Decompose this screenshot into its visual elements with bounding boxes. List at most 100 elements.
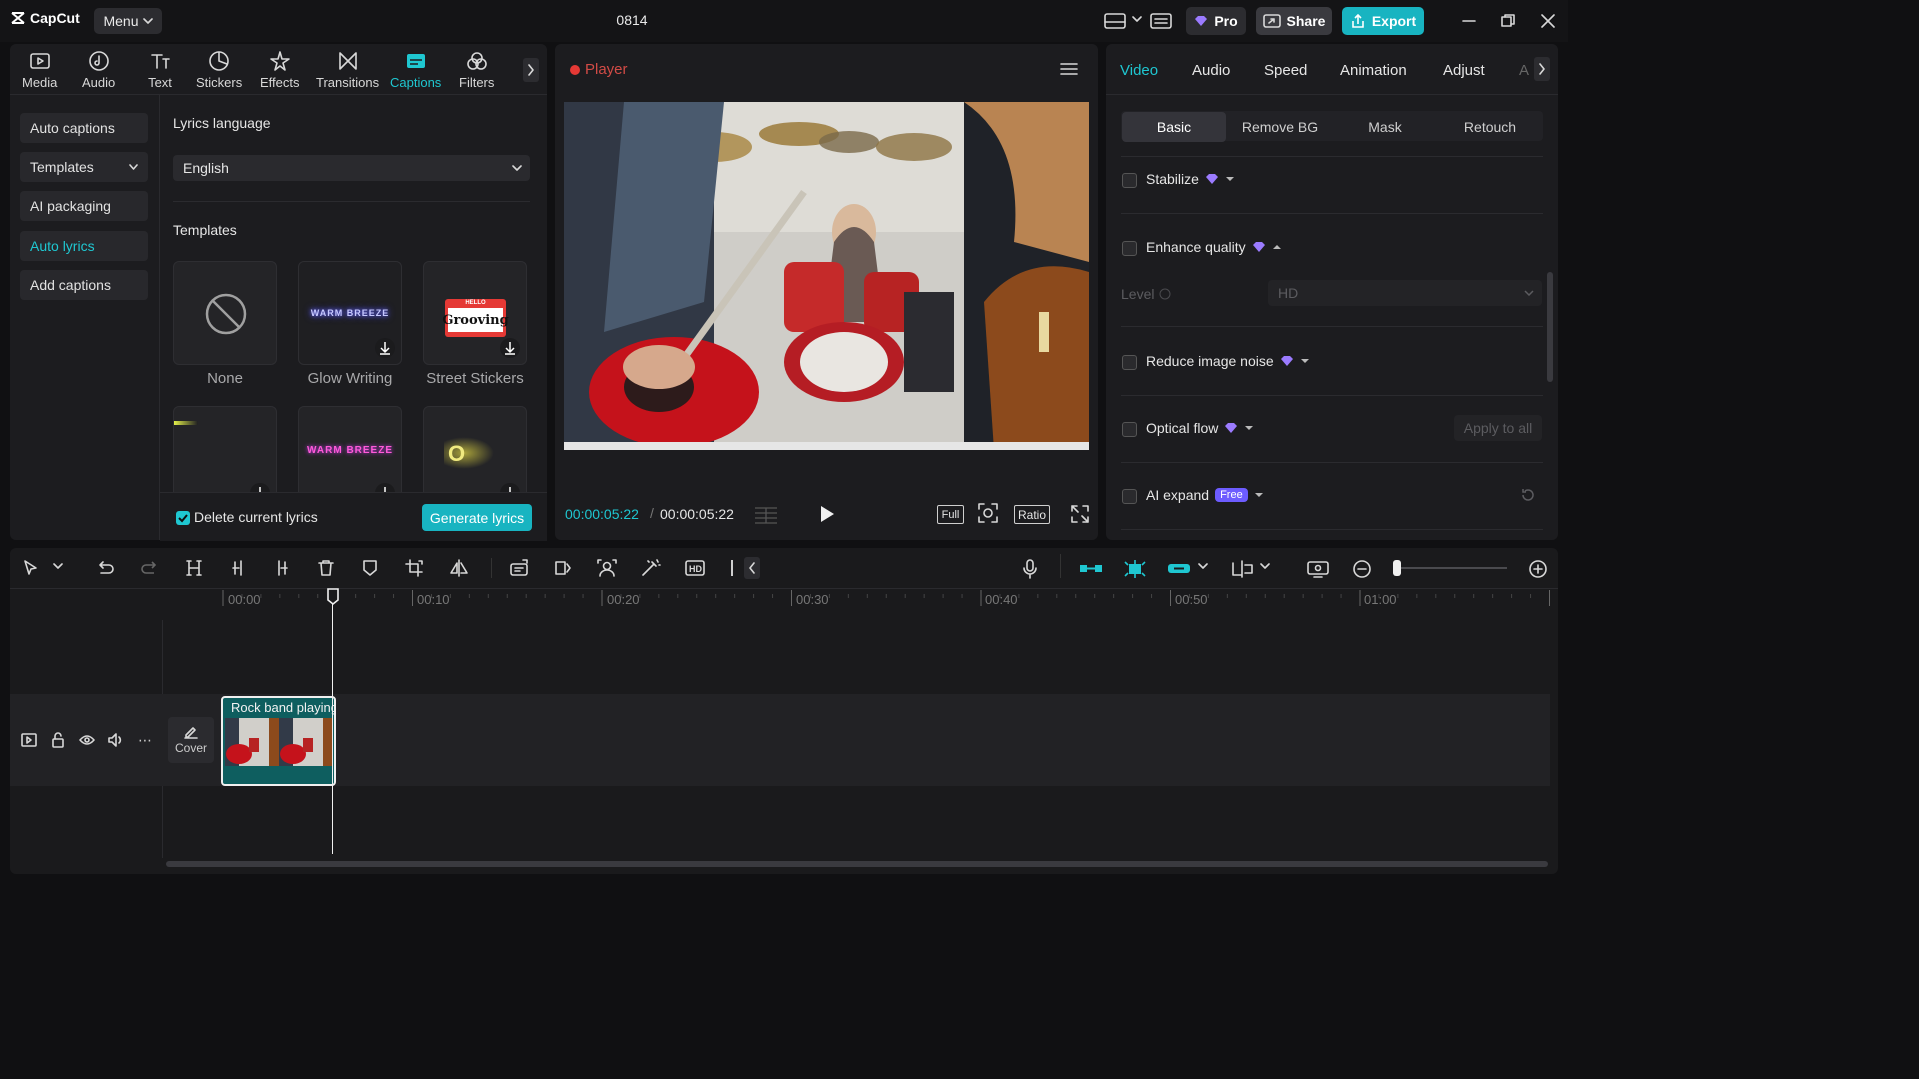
freeze-icon[interactable] bbox=[553, 559, 573, 577]
delete-icon[interactable] bbox=[317, 559, 335, 577]
reduce-noise-row[interactable]: Reduce image noise bbox=[1146, 353, 1310, 369]
template-slot-4[interactable] bbox=[173, 406, 277, 494]
toolbar-collapse-button[interactable] bbox=[744, 557, 760, 579]
tool-effects[interactable]: Effects bbox=[260, 50, 300, 90]
apply-to-all-button[interactable]: Apply to all bbox=[1454, 415, 1542, 441]
tab-adjust[interactable]: Adjust bbox=[1443, 62, 1485, 79]
magic-wand-icon[interactable] bbox=[641, 559, 661, 577]
fullscreen-icon[interactable] bbox=[1070, 504, 1090, 524]
redo-icon[interactable] bbox=[140, 559, 160, 577]
link-icon[interactable] bbox=[1166, 559, 1192, 577]
template-slot-5[interactable]: WARM BREEZE bbox=[298, 406, 402, 494]
shortcuts-icon[interactable] bbox=[1150, 12, 1174, 30]
toolbar-scroll-right[interactable] bbox=[523, 58, 539, 82]
more-icon[interactable]: ⋯ bbox=[138, 732, 152, 749]
tabs-scroll-right[interactable] bbox=[1534, 57, 1550, 81]
undo-icon[interactable] bbox=[95, 559, 115, 577]
auto-snap-icon[interactable] bbox=[1122, 559, 1148, 579]
trim-right-icon[interactable] bbox=[273, 559, 291, 577]
main-track-magnet-icon[interactable] bbox=[1078, 559, 1104, 577]
download-icon[interactable] bbox=[500, 338, 520, 358]
crop-icon[interactable] bbox=[405, 559, 425, 577]
subtab-basic[interactable]: Basic bbox=[1122, 112, 1226, 142]
tab-overflow[interactable]: A bbox=[1519, 62, 1529, 79]
lock-icon[interactable] bbox=[51, 732, 65, 748]
select-dropdown-icon[interactable] bbox=[53, 563, 63, 571]
layout-icon[interactable] bbox=[1104, 12, 1128, 30]
tab-audio[interactable]: Audio bbox=[1192, 62, 1230, 79]
preview-axis-dropdown-icon[interactable] bbox=[1260, 563, 1270, 571]
enhance-quality-row[interactable]: Enhance quality bbox=[1146, 239, 1282, 255]
tool-text[interactable]: Text bbox=[148, 50, 172, 90]
zoom-out-icon[interactable] bbox=[1352, 559, 1372, 579]
tool-stickers[interactable]: Stickers bbox=[196, 50, 242, 90]
playhead-handle[interactable] bbox=[327, 588, 339, 606]
tool-media[interactable]: Media bbox=[22, 50, 57, 90]
sidebar-item-add-captions[interactable]: Add captions bbox=[20, 270, 148, 300]
inspector-scrollbar[interactable] bbox=[1547, 272, 1553, 382]
language-select[interactable]: English bbox=[173, 155, 530, 181]
tab-speed[interactable]: Speed bbox=[1264, 62, 1307, 79]
ai-expand-checkbox[interactable] bbox=[1122, 489, 1137, 504]
remove-bg-icon[interactable] bbox=[597, 559, 617, 577]
ratio-button[interactable]: Ratio bbox=[1014, 505, 1050, 524]
tool-filters[interactable]: Filters bbox=[459, 50, 494, 90]
template-glow-writing[interactable]: WARM BREEZE bbox=[298, 261, 402, 365]
enhance-quality-checkbox[interactable] bbox=[1122, 241, 1137, 256]
restore-icon[interactable] bbox=[1501, 14, 1515, 28]
zoom-slider-track[interactable] bbox=[1395, 567, 1507, 569]
template-street-stickers[interactable]: HELLO Grooving bbox=[423, 261, 527, 365]
tab-animation[interactable]: Animation bbox=[1340, 62, 1407, 79]
stabilize-checkbox[interactable] bbox=[1122, 173, 1137, 188]
subtab-remove-bg[interactable]: Remove BG bbox=[1228, 112, 1332, 142]
link-dropdown-icon[interactable] bbox=[1198, 563, 1208, 571]
ai-expand-row[interactable]: AI expand Free bbox=[1146, 487, 1264, 503]
layout-dropdown-icon[interactable] bbox=[1132, 16, 1142, 24]
select-tool-icon[interactable] bbox=[22, 559, 40, 577]
track-video-icon[interactable] bbox=[21, 733, 37, 747]
optical-flow-checkbox[interactable] bbox=[1122, 422, 1137, 437]
tool-captions[interactable]: Captions bbox=[390, 50, 441, 90]
template-slot-6[interactable]: O bbox=[423, 406, 527, 494]
minimize-icon[interactable] bbox=[1462, 14, 1476, 28]
player-menu-icon[interactable] bbox=[1060, 62, 1078, 76]
download-icon[interactable] bbox=[375, 338, 395, 358]
pro-button[interactable]: Pro bbox=[1186, 7, 1246, 35]
microphone-icon[interactable] bbox=[1021, 559, 1039, 579]
close-icon[interactable] bbox=[1541, 14, 1555, 28]
split-icon[interactable] bbox=[185, 559, 203, 577]
sidebar-item-auto-captions[interactable]: Auto captions bbox=[20, 113, 148, 143]
auto-reframe-icon[interactable] bbox=[509, 559, 529, 577]
sidebar-item-ai-packaging[interactable]: AI packaging bbox=[20, 191, 148, 221]
level-select[interactable]: HD bbox=[1268, 280, 1542, 306]
play-button[interactable] bbox=[818, 504, 836, 524]
hd-icon[interactable]: HD bbox=[685, 559, 707, 577]
timecode-grid-icon[interactable] bbox=[753, 504, 779, 524]
sidebar-item-auto-lyrics[interactable]: Auto lyrics bbox=[20, 231, 148, 261]
tool-audio[interactable]: Audio bbox=[82, 50, 115, 90]
cover-button[interactable]: Cover bbox=[168, 717, 214, 763]
zoom-slider-handle[interactable] bbox=[1393, 560, 1401, 576]
optical-flow-row[interactable]: Optical flow bbox=[1146, 420, 1254, 436]
stabilize-row[interactable]: Stabilize bbox=[1146, 171, 1235, 187]
generate-lyrics-button[interactable]: Generate lyrics bbox=[422, 504, 532, 531]
delete-lyrics-checkbox[interactable] bbox=[176, 511, 190, 525]
preview-axis-icon[interactable] bbox=[1230, 559, 1256, 579]
timeline-settings-icon[interactable] bbox=[1306, 559, 1330, 579]
template-none[interactable] bbox=[173, 261, 277, 365]
reset-icon[interactable] bbox=[1520, 487, 1536, 503]
full-button[interactable]: Full bbox=[937, 505, 964, 524]
export-button[interactable]: Export bbox=[1342, 7, 1424, 35]
tool-transitions[interactable]: Transitions bbox=[316, 50, 379, 90]
subtab-mask[interactable]: Mask bbox=[1333, 112, 1437, 142]
video-preview[interactable] bbox=[564, 102, 1089, 450]
trim-left-icon[interactable] bbox=[229, 559, 247, 577]
marker-icon[interactable] bbox=[361, 559, 379, 577]
playhead-line[interactable] bbox=[332, 590, 333, 854]
volume-icon[interactable] bbox=[108, 733, 124, 747]
share-button[interactable]: Share bbox=[1256, 7, 1332, 35]
focus-icon[interactable] bbox=[977, 502, 999, 524]
tab-video[interactable]: Video bbox=[1120, 62, 1158, 79]
sidebar-item-templates[interactable]: Templates bbox=[20, 152, 148, 182]
zoom-in-icon[interactable] bbox=[1528, 559, 1548, 579]
